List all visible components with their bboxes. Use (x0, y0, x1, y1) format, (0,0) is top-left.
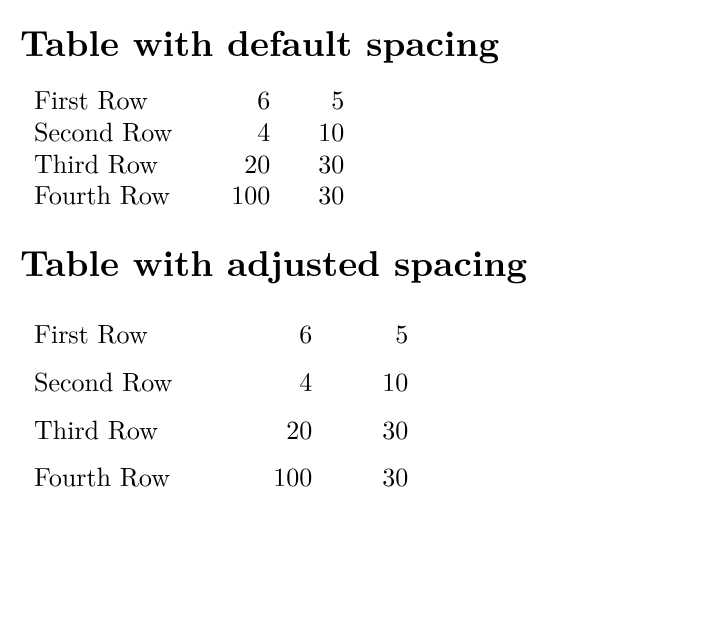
row-value-2: 30 (312, 405, 408, 453)
heading-default-spacing: Table with default spacing (20, 20, 697, 63)
table-adjusted-spacing: First Row 6 5 Second Row 4 10 Third Row … (34, 309, 408, 500)
table-default-spacing: First Row 6 5 Second Row 4 10 Third Row … (34, 83, 344, 210)
row-label: Third Row (34, 147, 196, 179)
row-value-1: 4 (196, 115, 270, 147)
row-label: Second Row (34, 357, 216, 405)
row-label: Fourth Row (34, 452, 216, 500)
table-row: Third Row 20 30 (34, 147, 344, 179)
row-value-1: 6 (216, 309, 312, 357)
row-value-1: 4 (216, 357, 312, 405)
row-value-2: 5 (312, 309, 408, 357)
row-value-1: 6 (196, 83, 270, 115)
row-label: Fourth Row (34, 178, 196, 210)
heading-adjusted-spacing: Table with adjusted spacing (20, 240, 697, 283)
row-label: Third Row (34, 405, 216, 453)
row-value-1: 100 (216, 452, 312, 500)
table-row: Second Row 4 10 (34, 357, 408, 405)
table-row: First Row 6 5 (34, 83, 344, 115)
row-value-1: 20 (216, 405, 312, 453)
row-value-1: 100 (196, 178, 270, 210)
row-value-2: 10 (312, 357, 408, 405)
table-row: Second Row 4 10 (34, 115, 344, 147)
table-row: First Row 6 5 (34, 309, 408, 357)
row-label: First Row (34, 309, 216, 357)
table-row: Fourth Row 100 30 (34, 452, 408, 500)
row-value-2: 5 (270, 83, 344, 115)
row-value-2: 30 (270, 147, 344, 179)
row-label: Second Row (34, 115, 196, 147)
table-row: Third Row 20 30 (34, 405, 408, 453)
table-row: Fourth Row 100 30 (34, 178, 344, 210)
row-label: First Row (34, 83, 196, 115)
row-value-2: 10 (270, 115, 344, 147)
row-value-1: 20 (196, 147, 270, 179)
row-value-2: 30 (312, 452, 408, 500)
row-value-2: 30 (270, 178, 344, 210)
